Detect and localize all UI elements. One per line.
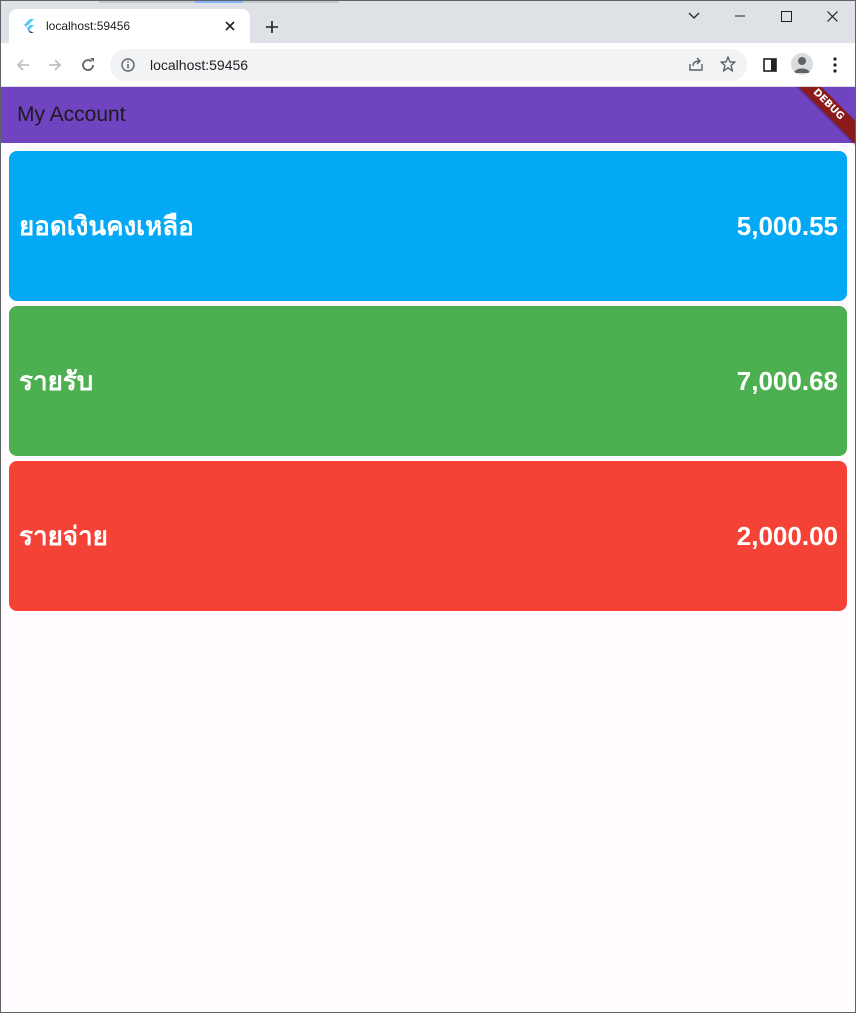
minimize-button[interactable] bbox=[717, 1, 763, 31]
tab-strip-accent bbox=[195, 1, 243, 3]
app-viewport: My Account DEBUG ยอดเงินคงเหลือ 5,000.55… bbox=[1, 87, 855, 1012]
income-card[interactable]: รายรับ 7,000.68 bbox=[9, 306, 847, 456]
browser-toolbar: localhost:59456 bbox=[1, 43, 855, 87]
address-url: localhost:59456 bbox=[150, 57, 249, 73]
chevron-down-icon[interactable] bbox=[671, 1, 717, 31]
income-label: รายรับ bbox=[19, 366, 94, 397]
close-window-button[interactable] bbox=[809, 1, 855, 31]
profile-avatar-icon[interactable] bbox=[791, 53, 813, 75]
reload-button[interactable] bbox=[74, 51, 102, 79]
share-icon[interactable] bbox=[687, 55, 707, 75]
flutter-icon bbox=[21, 18, 37, 34]
forward-button[interactable] bbox=[41, 51, 69, 79]
tab-title: localhost:59456 bbox=[46, 19, 131, 33]
tab-strip-accent bbox=[99, 1, 195, 3]
info-icon[interactable] bbox=[120, 57, 136, 73]
balance-value: 5,000.55 bbox=[736, 210, 838, 241]
more-options-icon[interactable] bbox=[821, 51, 849, 79]
browser-tab-strip: localhost:59456 bbox=[1, 1, 855, 43]
star-icon[interactable] bbox=[719, 55, 739, 75]
back-button[interactable] bbox=[9, 51, 37, 79]
browser-tab[interactable]: localhost:59456 bbox=[9, 9, 250, 43]
income-value: 7,000.68 bbox=[736, 365, 838, 396]
address-bar[interactable]: localhost:59456 bbox=[110, 49, 747, 81]
expense-card[interactable]: รายจ่าย 2,000.00 bbox=[9, 461, 847, 611]
page-title: My Account bbox=[17, 103, 126, 126]
maximize-button[interactable] bbox=[763, 1, 809, 31]
balance-label: ยอดเงินคงเหลือ bbox=[19, 211, 194, 242]
close-icon[interactable] bbox=[220, 16, 240, 36]
expense-value: 2,000.00 bbox=[736, 520, 838, 551]
side-panel-icon[interactable] bbox=[756, 51, 784, 79]
tab-strip-accent bbox=[243, 1, 339, 3]
expense-label: รายจ่าย bbox=[19, 521, 108, 552]
new-tab-button[interactable] bbox=[260, 15, 284, 39]
app-bar: My Account bbox=[1, 87, 855, 143]
balance-card[interactable]: ยอดเงินคงเหลือ 5,000.55 bbox=[9, 151, 847, 301]
